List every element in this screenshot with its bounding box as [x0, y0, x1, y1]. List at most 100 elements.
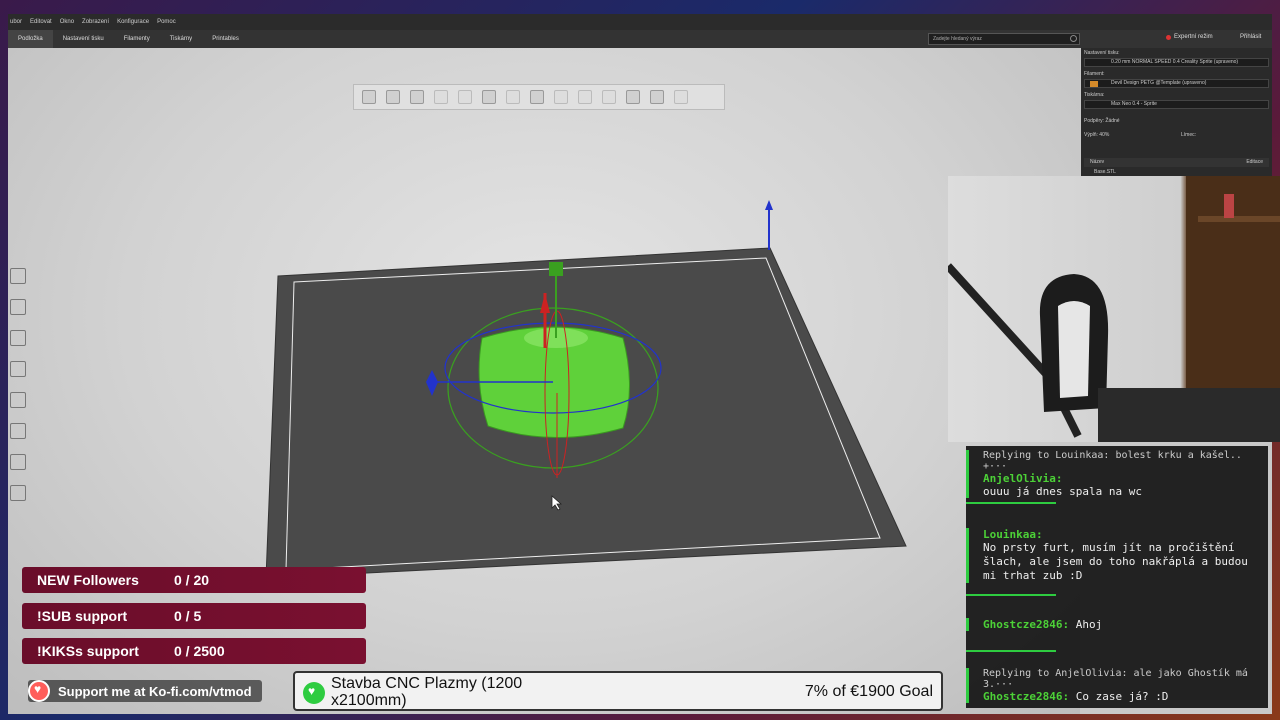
donation-goal-bar: Stavba CNC Plazmy (1200 x2100mm) 7% of €… — [293, 671, 943, 711]
search-placeholder: Zadejte hledaný výraz — [933, 36, 982, 42]
chat-overlay: Replying to Louinkaa: bolest krku a kaše… — [966, 446, 1268, 708]
chat-divider — [966, 594, 1056, 596]
copy-icon[interactable] — [482, 90, 496, 104]
move-tool-icon[interactable] — [10, 268, 26, 284]
chat-message: Replying to AnjelOlivia: ale jako Ghostí… — [966, 668, 1268, 703]
webcam-feed — [948, 176, 1280, 442]
filament-color-swatch[interactable] — [1090, 81, 1098, 87]
goal-label: !KIKSs support — [37, 643, 139, 659]
printer-label: Tiskárna: — [1084, 92, 1105, 98]
chair-stripe — [1058, 301, 1090, 398]
menu-bar: ubor Editovat Okno Zobrazení Konfigurace… — [8, 14, 1272, 30]
chat-text: No prsty furt, musím jít na pročištění š… — [983, 541, 1248, 582]
cut-tool-icon[interactable] — [10, 392, 26, 408]
rotate-tool-icon[interactable] — [10, 330, 26, 346]
object-list-row[interactable]: Base.STL — [1084, 168, 1269, 176]
tab-filaments[interactable]: Filamenty — [114, 30, 160, 48]
viewport-toolbar — [353, 84, 725, 110]
paint-supports-icon[interactable] — [10, 423, 26, 439]
login-button[interactable]: Přihlásit — [1240, 34, 1261, 40]
print-profile-select[interactable]: 0.20 mm NORMAL SPEED 0.4 Creality Sprite… — [1084, 58, 1269, 67]
object-list-header: Název Editace — [1084, 158, 1269, 167]
tab-bar: Podložka Nastavení tisku Filamenty Tiská… — [8, 30, 1272, 48]
undo-icon[interactable] — [650, 90, 664, 104]
name-column-header: Název — [1090, 159, 1105, 165]
chat-divider — [966, 650, 1056, 652]
goal-label: NEW Followers — [37, 572, 139, 588]
infill-value: 40% — [1099, 132, 1110, 138]
webcam-image — [948, 176, 1280, 442]
remove-instance-icon[interactable] — [554, 90, 568, 104]
menu-file[interactable]: ubor — [10, 19, 22, 25]
chat-message: Ghostcze2846: Ahoj — [966, 618, 1268, 631]
kofi-heart-icon — [28, 680, 50, 702]
paste-icon[interactable] — [506, 90, 520, 104]
goal-label: !SUB support — [37, 608, 128, 624]
brim-setting[interactable]: Límec: — [1181, 132, 1196, 138]
shelf — [1198, 216, 1280, 222]
chat-message: Replying to Louinkaa: bolest krku a kaše… — [966, 450, 1268, 498]
menu-view[interactable]: Zobrazení — [82, 19, 109, 25]
scale-tool-icon[interactable] — [10, 299, 26, 315]
add-object-icon[interactable] — [362, 90, 376, 104]
chat-reply-context: Replying to AnjelOlivia: ale jako Ghostí… — [983, 668, 1248, 690]
menu-window[interactable]: Okno — [60, 19, 74, 25]
place-on-face-icon[interactable] — [10, 361, 26, 377]
print-settings-label: Nastavení tisku: — [1084, 50, 1120, 56]
infill-label: Výplň: — [1084, 132, 1098, 138]
delete-icon[interactable] — [410, 90, 424, 104]
chair-seat — [1098, 388, 1280, 442]
supports-label: Podpěry: — [1084, 118, 1105, 124]
delete-all-icon[interactable] — [434, 90, 448, 104]
chat-text: Ahoj — [1075, 618, 1103, 631]
brim-label: Límec: — [1181, 132, 1197, 138]
chat-username: Ghostcze2846: — [983, 618, 1070, 631]
bottle — [1224, 194, 1234, 218]
object-name: Base.STL — [1094, 169, 1116, 175]
z-axis-tip — [765, 200, 773, 210]
gizmo-toolbar — [10, 268, 28, 501]
filament-label: Filament: — [1084, 71, 1105, 77]
add-shape-icon[interactable] — [386, 90, 400, 104]
edit-column-header: Editace — [1246, 159, 1263, 165]
chat-username: Louinkaa: — [983, 528, 1043, 541]
chat-text: ouuu já dnes spala na wc — [983, 485, 1142, 498]
kofi-text: Support me at Ko-fi.com/vtmod — [58, 683, 252, 699]
goal-kicks: !KIKSs support 0 / 2500 — [22, 638, 366, 664]
tab-print-settings[interactable]: Nastavení tisku — [53, 30, 114, 48]
printer-profile-value: Max Neo 0.4 - Sprite — [1111, 101, 1157, 107]
split-objects-icon[interactable] — [578, 90, 592, 104]
supports-setting[interactable]: Podpěry: Žádné — [1084, 118, 1120, 124]
stream-frame: ubor Editovat Okno Zobrazení Konfigurace… — [0, 0, 1280, 720]
tab-plater[interactable]: Podložka — [8, 30, 53, 48]
chat-username: AnjelOlivia: — [983, 472, 1063, 485]
search-input[interactable]: Zadejte hledaný výraz — [928, 33, 1080, 45]
filament-select[interactable]: Devil Design PETG @Template (upraveno) — [1084, 79, 1269, 88]
print-profile-value: 0.20 mm NORMAL SPEED 0.4 Creality Sprite… — [1111, 59, 1239, 65]
tab-printers[interactable]: Tiskárny — [160, 30, 202, 48]
split-parts-icon[interactable] — [602, 90, 616, 104]
goal-value: 0 / 2500 — [174, 643, 225, 659]
kofi-banner: Support me at Ko-fi.com/vtmod — [28, 680, 262, 702]
arrange-icon[interactable] — [458, 90, 472, 104]
printer-select[interactable]: Max Neo 0.4 - Sprite — [1084, 100, 1269, 109]
add-instance-icon[interactable] — [530, 90, 544, 104]
redo-icon[interactable] — [674, 90, 688, 104]
expert-mode-toggle[interactable]: Expertní režim — [1166, 34, 1213, 40]
search-icon[interactable] — [1070, 35, 1077, 42]
chat-message: Louinkaa: No prsty furt, musím jít na pr… — [966, 528, 1268, 583]
seam-painting-icon[interactable] — [10, 454, 26, 470]
menu-edit[interactable]: Editovat — [30, 19, 52, 25]
chat-username: Ghostcze2846: — [983, 690, 1070, 703]
chat-text: Co zase já? :D — [1075, 690, 1169, 703]
filament-profile-value: Devil Design PETG @Template (upraveno) — [1111, 80, 1207, 86]
mode-indicator-icon — [1166, 34, 1171, 40]
infill-setting[interactable]: Výplň: 40% — [1084, 132, 1109, 138]
goal-followers: NEW Followers 0 / 20 — [22, 567, 366, 593]
tab-printables[interactable]: Printables — [202, 30, 249, 48]
layers-icon[interactable] — [626, 90, 640, 104]
menu-configuration[interactable]: Konfigurace — [117, 19, 149, 25]
menu-help[interactable]: Pomoc — [157, 19, 176, 25]
settings-panel: Nastavení tisku: 0.20 mm NORMAL SPEED 0.… — [1081, 48, 1272, 176]
measure-tool-icon[interactable] — [10, 485, 26, 501]
